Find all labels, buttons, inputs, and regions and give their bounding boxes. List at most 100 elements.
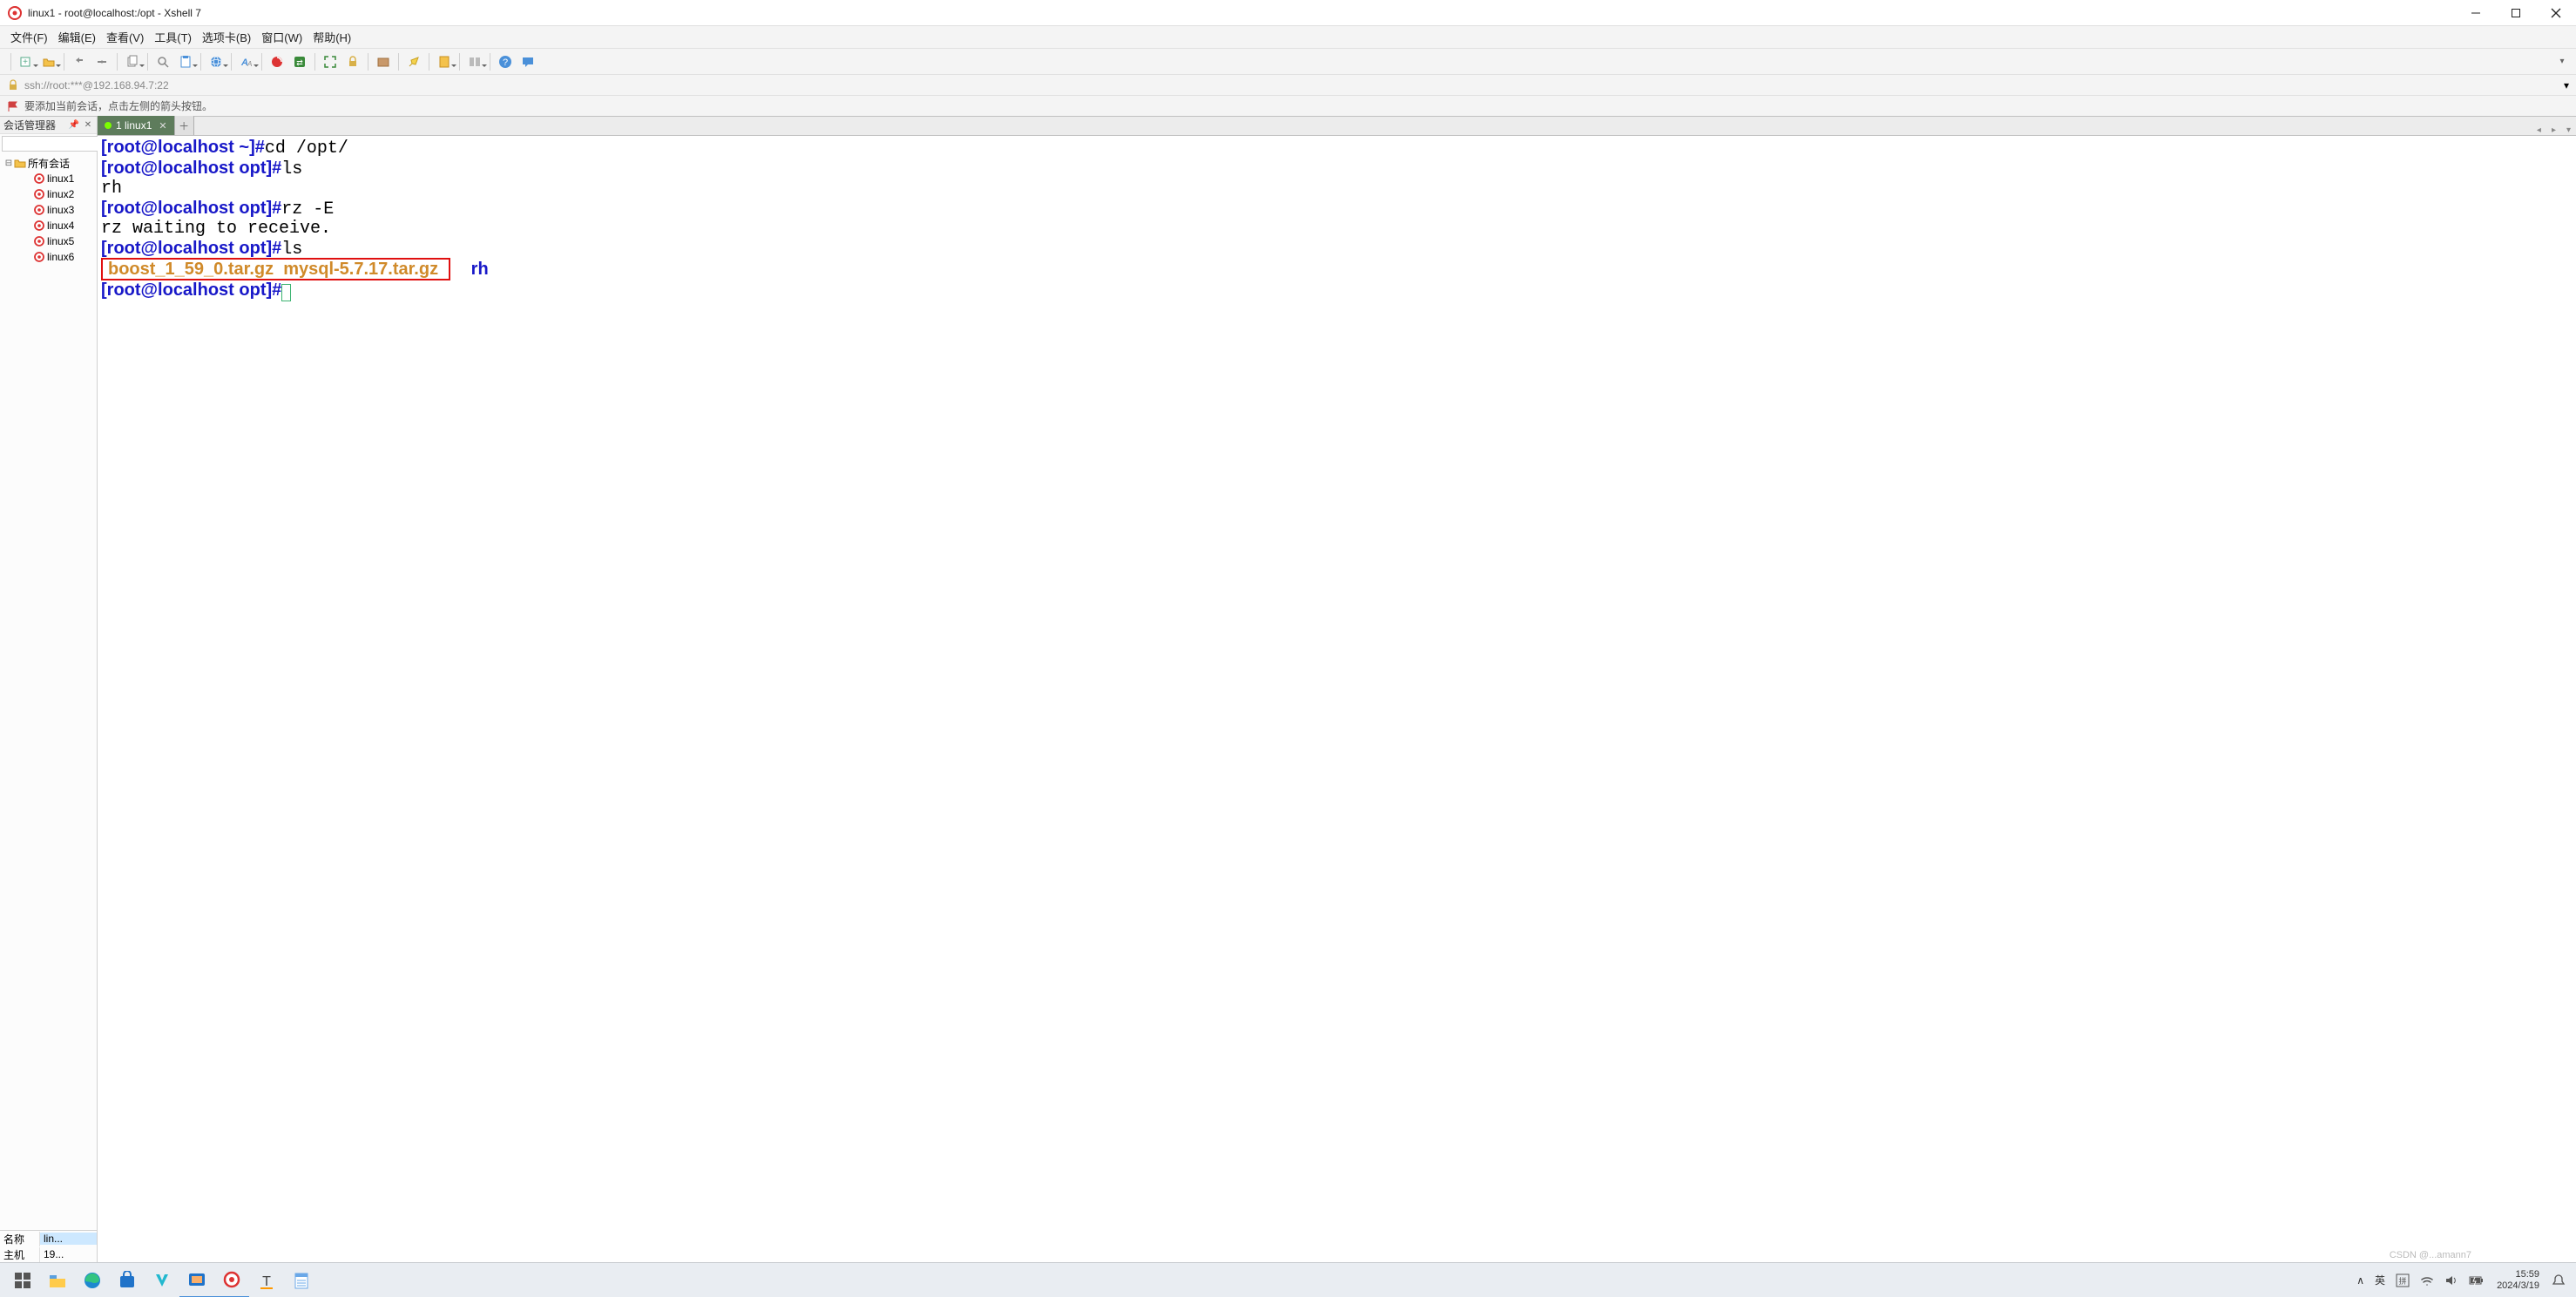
paste-button[interactable] — [176, 52, 195, 71]
taskbar-notepad[interactable] — [284, 1263, 319, 1297]
session-item-linux3[interactable]: linux3 — [0, 202, 97, 218]
fullscreen-button[interactable] — [321, 52, 340, 71]
watermark-text: CSDN @...amann7 — [2390, 1250, 2471, 1260]
hint-text: 要添加当前会话，点击左侧的箭头按钮。 — [24, 98, 213, 113]
titlebar: linux1 - root@localhost:/opt - Xshell 7 — [0, 0, 2576, 26]
taskbar-xshell[interactable] — [214, 1263, 249, 1297]
session-item-label: linux6 — [47, 251, 74, 263]
session-icon — [33, 188, 45, 200]
tray-ime-icon[interactable]: 拼 — [2390, 1263, 2415, 1297]
close-button[interactable] — [2536, 0, 2576, 26]
session-item-label: linux4 — [47, 220, 74, 232]
window-title: linux1 - root@localhost:/opt - Xshell 7 — [28, 7, 2456, 19]
lock-button[interactable] — [343, 52, 362, 71]
session-item-linux2[interactable]: linux2 — [0, 186, 97, 202]
maximize-button[interactable] — [2496, 0, 2536, 26]
session-item-label: linux1 — [47, 172, 74, 185]
new-tab-button[interactable]: ＋ — [175, 116, 194, 135]
tab-nav-left[interactable]: ◂ — [2532, 125, 2546, 135]
highlight-button[interactable] — [404, 52, 423, 71]
session-item-linux6[interactable]: linux6 — [0, 249, 97, 265]
tray-ime-lang[interactable]: 英 — [2370, 1263, 2390, 1297]
tray-overflow-button[interactable]: ∧ — [2351, 1263, 2370, 1297]
svg-text:A: A — [247, 60, 252, 68]
pin-icon[interactable]: 📌 — [69, 120, 79, 131]
tray-wifi-icon[interactable] — [2415, 1263, 2439, 1297]
address-bar: ssh://root:***@192.168.94.7:22 ▾ — [0, 75, 2576, 96]
reconnect-button[interactable] — [70, 52, 89, 71]
tray-volume-icon[interactable] — [2439, 1263, 2464, 1297]
detail-host-label: 主机 — [0, 1247, 40, 1262]
svg-text:+: + — [23, 57, 28, 67]
session-item-linux5[interactable]: linux5 — [0, 233, 97, 249]
menu-window[interactable]: 窗口(W) — [258, 27, 306, 47]
menu-help[interactable]: 帮助(H) — [309, 27, 355, 47]
menu-view[interactable]: 查看(V) — [103, 27, 147, 47]
pane-close-icon[interactable]: ✕ — [83, 120, 93, 131]
disconnect-button[interactable] — [92, 52, 112, 71]
detail-host-value: 19... — [40, 1248, 97, 1260]
taskbar-edge[interactable] — [75, 1263, 110, 1297]
session-item-label: linux5 — [47, 235, 74, 247]
globe-button[interactable] — [206, 52, 226, 71]
properties-button[interactable] — [374, 52, 393, 71]
svg-text:⇄: ⇄ — [296, 58, 303, 67]
menubar: 文件(F) 编辑(E) 查看(V) 工具(T) 选项卡(B) 窗口(W) 帮助(… — [0, 26, 2576, 49]
tab-close-icon[interactable]: ✕ — [159, 120, 166, 132]
address-dropdown-button[interactable]: ▾ — [2564, 79, 2569, 91]
session-detail-table: 名称lin... 主机19... — [0, 1230, 97, 1262]
tab-linux1[interactable]: 1 linux1 ✕ — [98, 116, 175, 135]
xftp-button[interactable]: ⇄ — [290, 52, 309, 71]
tree-root-label: 所有会话 — [28, 156, 70, 171]
xshell-app-icon — [7, 5, 23, 21]
help-button[interactable]: ? — [496, 52, 515, 71]
detail-name-label: 名称 — [0, 1232, 40, 1246]
lock-icon — [7, 79, 19, 91]
menu-file[interactable]: 文件(F) — [7, 27, 51, 47]
new-session-button[interactable]: + — [17, 52, 36, 71]
font-button[interactable]: AA — [237, 52, 256, 71]
tab-label: 1 linux1 — [116, 119, 152, 132]
session-item-linux1[interactable]: linux1 — [0, 171, 97, 186]
session-icon — [33, 235, 45, 247]
svg-text:?: ? — [503, 57, 508, 68]
terminal[interactable]: [root@localhost ~]#cd /opt/ [root@localh… — [98, 136, 2576, 1262]
xshell-logo-button[interactable] — [267, 52, 287, 71]
taskbar-vmware[interactable] — [179, 1263, 214, 1297]
minimize-button[interactable] — [2456, 0, 2496, 26]
taskbar-explorer[interactable] — [40, 1263, 75, 1297]
toolbar-overflow-button[interactable]: ▾ — [2555, 57, 2569, 66]
connected-indicator-icon — [105, 122, 112, 129]
session-tree: ⊟ 所有会话 linux1 linux2 linux3 linux4 linux5 lin… — [0, 153, 97, 1230]
tray-clock[interactable]: 15:59 2024/3/19 — [2490, 1269, 2546, 1292]
session-item-linux4[interactable]: linux4 — [0, 218, 97, 233]
session-item-label: linux2 — [47, 188, 74, 200]
collapse-icon[interactable]: ⊟ — [3, 159, 14, 168]
svg-text:拼: 拼 — [2399, 1276, 2407, 1286]
taskbar-text[interactable]: T — [249, 1263, 284, 1297]
tab-nav-right[interactable]: ▸ — [2546, 125, 2561, 135]
tab-list-button[interactable]: ▾ — [2561, 125, 2576, 135]
taskbar-store[interactable] — [110, 1263, 145, 1297]
session-manager-header: 会话管理器 📌 ✕ — [0, 117, 97, 134]
menu-tools[interactable]: 工具(T) — [151, 27, 195, 47]
session-icon — [33, 204, 45, 216]
taskbar-app-v[interactable] — [145, 1263, 179, 1297]
tray-battery-icon[interactable] — [2464, 1263, 2490, 1297]
copy-button[interactable] — [123, 52, 142, 71]
main-toolbar: + AA ⇄ ? ▾ — [0, 49, 2576, 75]
tray-notifications-icon[interactable] — [2546, 1263, 2571, 1297]
script-button[interactable] — [435, 52, 454, 71]
address-text[interactable]: ssh://root:***@192.168.94.7:22 — [24, 79, 169, 91]
feedback-button[interactable] — [518, 52, 538, 71]
detail-name-value: lin... — [40, 1233, 97, 1245]
start-button[interactable] — [5, 1263, 40, 1297]
tree-root[interactable]: ⊟ 所有会话 — [0, 155, 97, 171]
layout-button[interactable] — [465, 52, 484, 71]
open-folder-button[interactable] — [39, 52, 58, 71]
menu-edit[interactable]: 编辑(E) — [55, 27, 99, 47]
menu-tabs[interactable]: 选项卡(B) — [199, 27, 254, 47]
search-button[interactable] — [153, 52, 172, 71]
session-icon — [33, 220, 45, 232]
session-icon — [33, 172, 45, 185]
